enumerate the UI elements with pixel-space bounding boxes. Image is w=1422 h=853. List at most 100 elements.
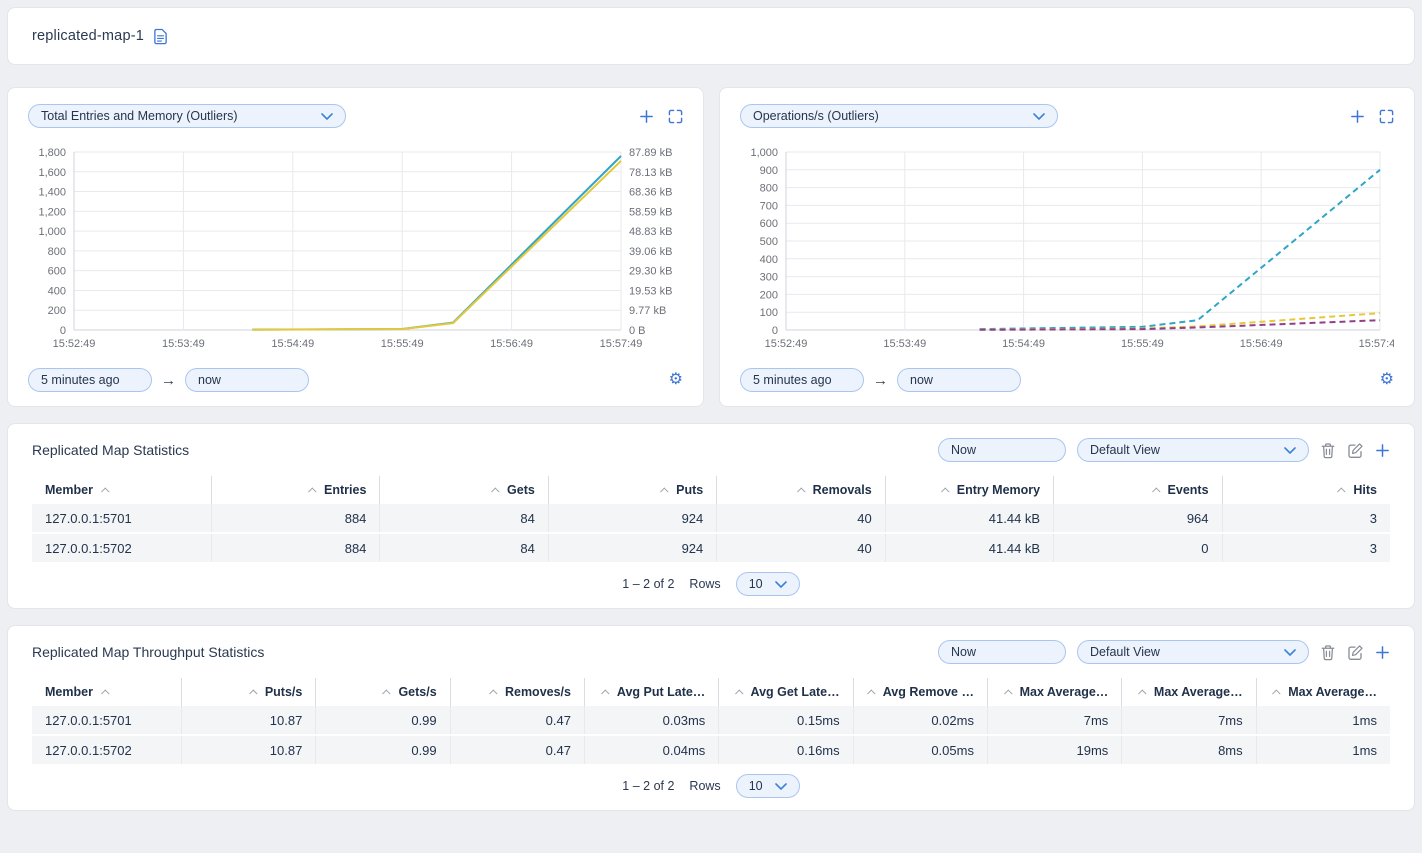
sort-caret-icon — [308, 487, 316, 495]
add-view-button[interactable] — [1375, 645, 1390, 660]
column-label: Member — [45, 685, 93, 699]
table-time-input[interactable]: Now — [938, 438, 1066, 462]
svg-text:15:54:49: 15:54:49 — [271, 338, 314, 350]
svg-text:19.53 kB: 19.53 kB — [629, 285, 672, 297]
column-label: Avg Put Late… — [617, 685, 705, 699]
table-cell: 10.87 — [182, 706, 316, 734]
page-size-selector[interactable]: 10 — [736, 774, 800, 798]
table-row[interactable]: 127.0.0.1:570110.870.990.470.03ms0.15ms0… — [32, 706, 1390, 734]
column-header-puts-s[interactable]: Puts/s — [182, 678, 316, 706]
svg-text:78.13 kB: 78.13 kB — [629, 167, 672, 179]
page-size-selector[interactable]: 10 — [736, 572, 800, 596]
plus-icon — [639, 109, 654, 124]
metric-selector[interactable]: Total Entries and Memory (Outliers) — [28, 104, 346, 128]
arrow-right-icon: → — [161, 373, 176, 388]
svg-text:800: 800 — [48, 246, 66, 258]
svg-text:15:53:49: 15:53:49 — [883, 338, 926, 350]
page-header: replicated-map-1 — [7, 7, 1415, 65]
svg-text:15:55:49: 15:55:49 — [1121, 338, 1164, 350]
fullscreen-button[interactable] — [668, 109, 683, 124]
column-header-avg-remove[interactable]: Avg Remove … — [854, 678, 988, 706]
page-size-value: 10 — [749, 779, 763, 793]
add-chart-button[interactable] — [1350, 109, 1365, 124]
edit-view-button[interactable] — [1347, 442, 1364, 459]
edit-view-button[interactable] — [1347, 644, 1364, 661]
column-label: Max Average… — [1288, 685, 1377, 699]
sort-caret-icon — [249, 689, 257, 697]
time-to-input[interactable]: now — [185, 368, 309, 392]
sort-caret-icon — [489, 689, 497, 697]
series-ops-series-blue — [980, 170, 1380, 329]
time-to-input[interactable]: now — [897, 368, 1021, 392]
arrow-right-icon: → — [873, 373, 888, 388]
column-label: Max Average… — [1020, 685, 1109, 699]
operations-s-outliers-svg: 1,000900800700600500400300200100015:52:4… — [740, 142, 1394, 354]
table-time-input[interactable]: Now — [938, 640, 1066, 664]
column-label: Entries — [324, 483, 366, 497]
replicated-map-statistics-table: Member Entries GetsPutsRemovalsEntry Memor… — [32, 476, 1390, 562]
table-row[interactable]: 127.0.0.1:5702884849244041.44 kB03 — [32, 534, 1390, 562]
time-from-input[interactable]: 5 minutes ago — [740, 368, 864, 392]
column-label: Puts/s — [265, 685, 303, 699]
column-header-member[interactable]: Member — [32, 678, 182, 706]
svg-text:15:55:49: 15:55:49 — [381, 338, 424, 350]
column-header-gets-s[interactable]: Gets/s — [316, 678, 450, 706]
fullscreen-button[interactable] — [1379, 109, 1394, 124]
column-header-removes-s[interactable]: Removes/s — [451, 678, 585, 706]
column-header-avg-get-late[interactable]: Avg Get Late… — [719, 678, 853, 706]
delete-view-button[interactable] — [1320, 644, 1336, 661]
table-row[interactable]: 127.0.0.1:5701884849244041.44 kB9643 — [32, 504, 1390, 532]
svg-text:15:57:49: 15:57:49 — [1359, 338, 1394, 350]
column-label: Events — [1168, 483, 1209, 497]
table-cell: 0.15ms — [719, 706, 853, 734]
svg-text:800: 800 — [760, 183, 778, 195]
gear-icon[interactable]: ⚙ — [669, 372, 683, 388]
column-header-max-average[interactable]: Max Average… — [1122, 678, 1256, 706]
table-cell: 41.44 kB — [886, 534, 1054, 562]
sort-caret-icon — [1152, 487, 1160, 495]
column-header-entry-memory[interactable]: Entry Memory — [886, 476, 1054, 504]
column-header-hits[interactable]: Hits — [1223, 476, 1390, 504]
column-header-max-average[interactable]: Max Average… — [1257, 678, 1390, 706]
column-header-entries[interactable]: Entries — [212, 476, 380, 504]
svg-text:15:57:49: 15:57:49 — [600, 338, 643, 350]
table-cell: 1ms — [1257, 706, 1390, 734]
charts-row: Total Entries and Memory (Outliers) 1,80… — [7, 87, 1415, 407]
svg-text:600: 600 — [48, 266, 66, 278]
table-cell: 84 — [380, 504, 548, 532]
column-label: Avg Remove … — [883, 685, 974, 699]
chevron-down-icon — [1284, 649, 1296, 656]
table-cell: 127.0.0.1:5702 — [32, 736, 182, 764]
table-header-row: Member Puts/s Gets/sRemoves/s Avg Put Late…… — [32, 678, 1390, 706]
sort-caret-icon — [1272, 689, 1280, 697]
delete-view-button[interactable] — [1320, 442, 1336, 459]
add-chart-button[interactable] — [639, 109, 654, 124]
gear-icon[interactable]: ⚙ — [1380, 372, 1394, 388]
column-header-removals[interactable]: Removals — [717, 476, 885, 504]
edit-icon — [1347, 442, 1364, 459]
table-row[interactable]: 127.0.0.1:570210.870.990.470.04ms0.16ms0… — [32, 736, 1390, 764]
column-header-gets[interactable]: Gets — [380, 476, 548, 504]
view-selector[interactable]: Default View — [1077, 640, 1309, 664]
chevron-down-icon — [775, 581, 787, 588]
table-cell: 0.05ms — [854, 736, 988, 764]
chevron-down-icon — [321, 113, 333, 120]
svg-text:400: 400 — [48, 285, 66, 297]
column-header-max-average[interactable]: Max Average… — [988, 678, 1122, 706]
view-selector[interactable]: Default View — [1077, 438, 1309, 462]
time-from-input[interactable]: 5 minutes ago — [28, 368, 152, 392]
svg-text:68.36 kB: 68.36 kB — [629, 187, 672, 199]
column-header-events[interactable]: Events — [1054, 476, 1222, 504]
svg-text:700: 700 — [760, 200, 778, 212]
plus-icon — [1375, 443, 1390, 458]
table-cell: 924 — [549, 534, 717, 562]
column-header-avg-put-late[interactable]: Avg Put Late… — [585, 678, 719, 706]
svg-text:15:53:49: 15:53:49 — [162, 338, 205, 350]
total-entries-and-memory-outliers-svg: 1,80087.89 kB1,60078.13 kB1,40068.36 kB1… — [28, 142, 683, 354]
table-cell: 884 — [212, 504, 380, 532]
column-header-puts[interactable]: Puts — [549, 476, 717, 504]
svg-text:600: 600 — [760, 218, 778, 230]
column-header-member[interactable]: Member — [32, 476, 212, 504]
metric-selector[interactable]: Operations/s (Outliers) — [740, 104, 1058, 128]
add-view-button[interactable] — [1375, 443, 1390, 458]
